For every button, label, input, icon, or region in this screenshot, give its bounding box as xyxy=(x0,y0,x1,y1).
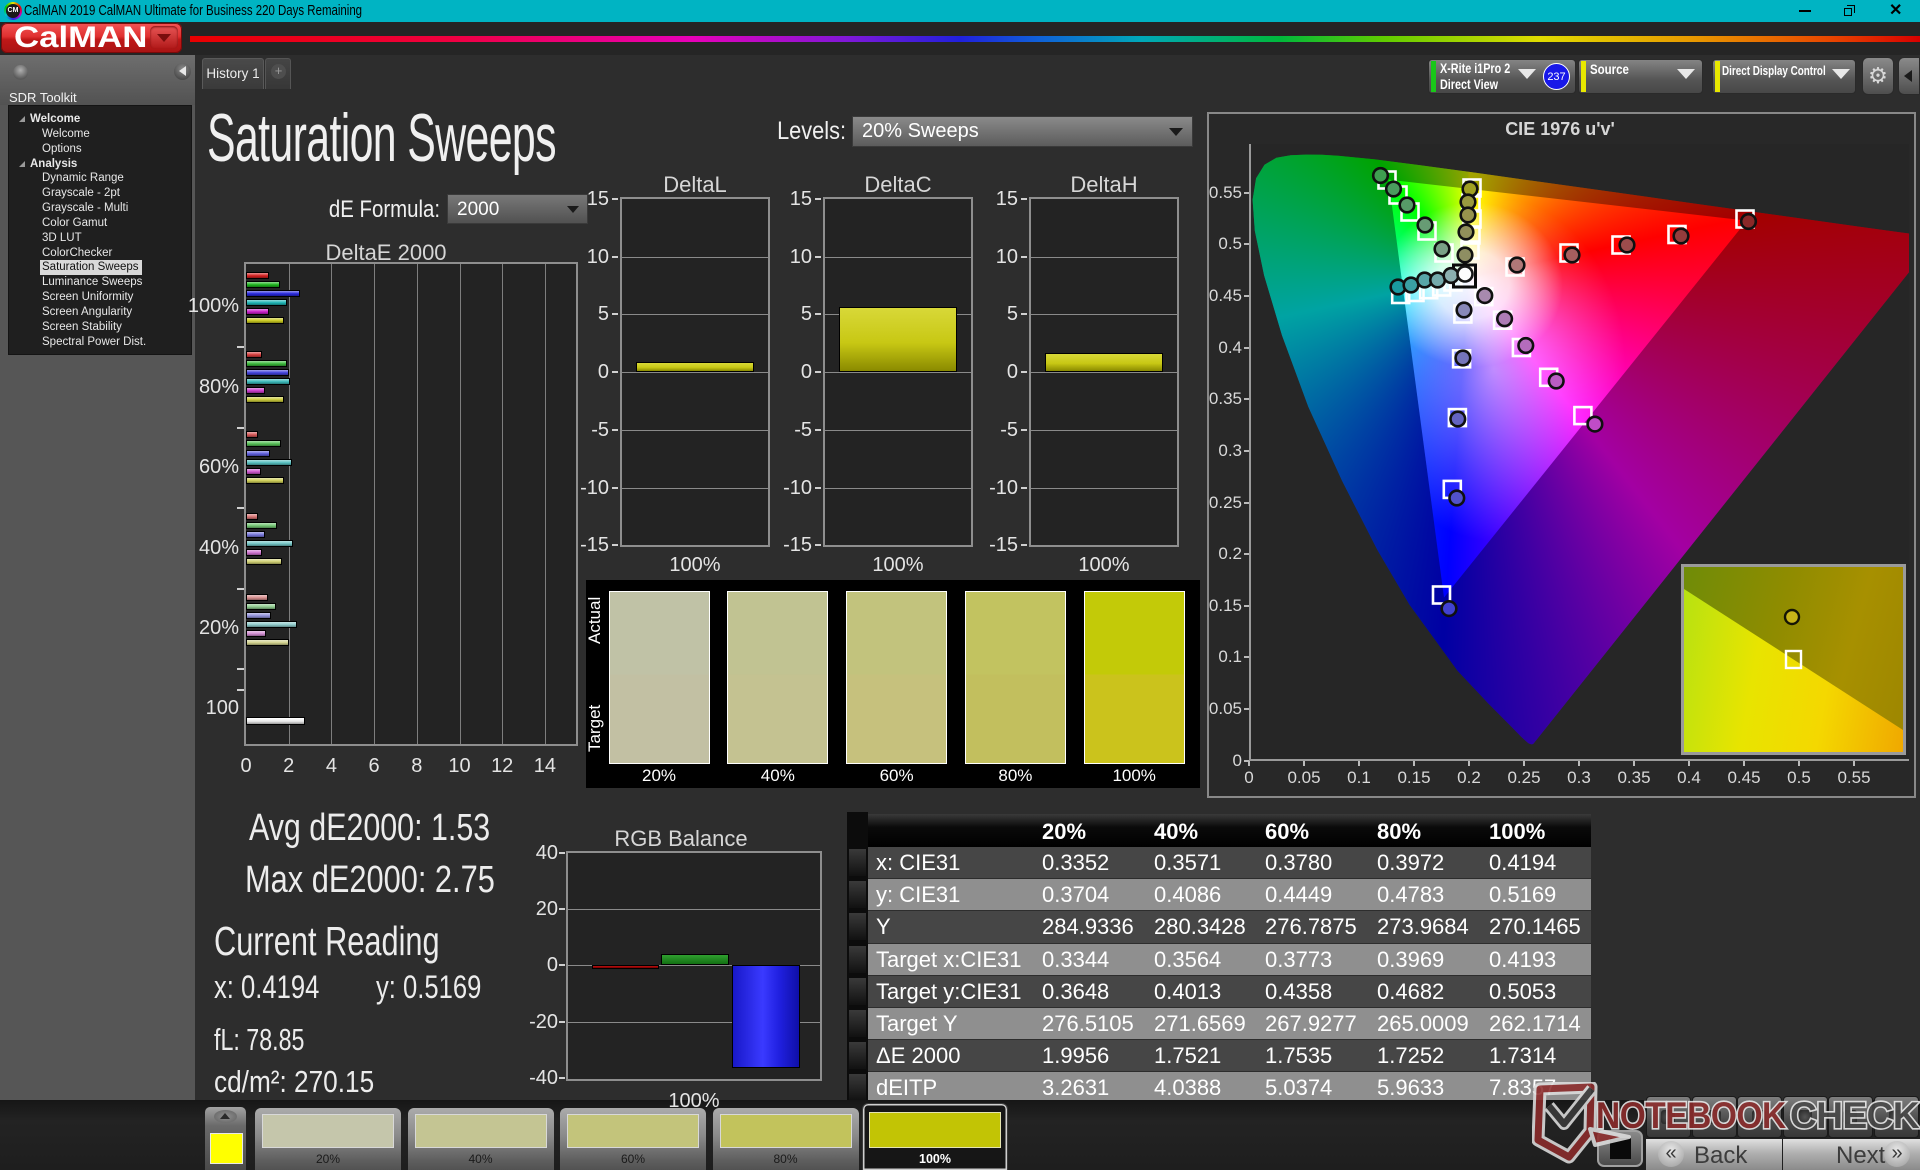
svg-text:CHECK: CHECK xyxy=(1790,1095,1920,1136)
svg-text:NOTEBOOK: NOTEBOOK xyxy=(1596,1095,1787,1136)
